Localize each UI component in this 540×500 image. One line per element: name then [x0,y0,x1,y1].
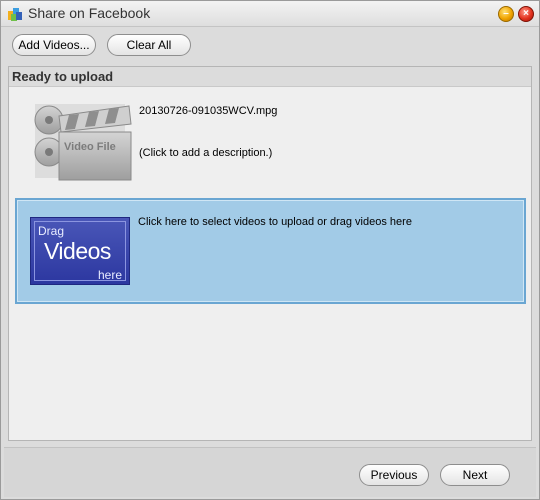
share-dialog-window: Share on Facebook – × Add Videos... Clea… [0,0,540,500]
drag-graphic-bottom-text: here [98,268,123,282]
upload-dropzone[interactable]: Drag Videos here Click here to select vi… [15,198,526,304]
list-item[interactable]: Video File 20130726-091035WCV.mpg (Click… [9,88,531,193]
minimize-icon: – [503,8,509,19]
video-description[interactable]: (Click to add a description.) [139,147,272,159]
toolbar: Add Videos... Clear All [1,28,539,62]
facebook-share-icon [8,8,22,21]
video-file-icon: Video File [34,104,132,181]
minimize-button[interactable]: – [498,6,514,22]
drag-graphic-middle-text: Videos [44,238,111,264]
title-bar: Share on Facebook – × [1,1,539,27]
panel-header: Ready to upload [9,67,531,87]
thumbnail-label: Video File [64,141,116,153]
close-icon: × [523,8,529,19]
drag-graphic-top-text: Drag [38,224,65,238]
close-button[interactable]: × [518,6,534,22]
dropzone-instruction: Click here to select videos to upload or… [138,216,412,228]
upload-panel: Ready to upload Video File 20130726-0910… [8,66,532,441]
drag-videos-icon: Drag Videos here [30,217,130,285]
next-button[interactable]: Next [440,464,510,486]
add-videos-button[interactable]: Add Videos... [12,34,96,56]
video-file-name: 20130726-091035WCV.mpg [139,105,278,117]
clear-all-button[interactable]: Clear All [107,34,191,56]
previous-button[interactable]: Previous [359,464,429,486]
window-title: Share on Facebook [28,5,151,21]
footer: Previous Next [4,447,536,497]
panel-title: Ready to upload [12,69,114,84]
